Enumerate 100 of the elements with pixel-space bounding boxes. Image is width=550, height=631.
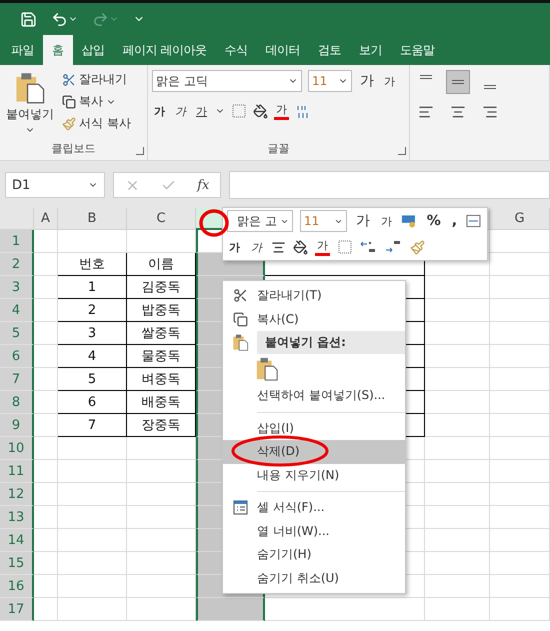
align-right-icon <box>482 104 498 120</box>
align-center-icon <box>450 104 466 120</box>
table-cell: 물중독 <box>127 345 196 368</box>
paintbrush-icon <box>62 116 76 130</box>
row-header[interactable]: 9 <box>0 414 34 437</box>
menu-item[interactable]: 내용 지우기(N) <box>223 464 405 487</box>
row-header[interactable]: 14 <box>0 529 34 552</box>
table-cell: 벼중독 <box>127 368 196 391</box>
row-header[interactable]: 3 <box>0 276 34 299</box>
copy-button[interactable]: 복사 <box>60 92 133 111</box>
formula-field[interactable] <box>229 171 550 199</box>
group-label: 글꼴 <box>268 141 290 156</box>
table-cell: 3 <box>58 322 127 345</box>
ribbon-tab[interactable]: 데이터 <box>256 35 309 65</box>
font-color-button[interactable]: 가 <box>274 102 289 120</box>
table-cell: 번호 <box>58 253 127 276</box>
italic-button[interactable]: 가 <box>249 240 264 254</box>
italic-button[interactable]: 가 <box>173 104 188 118</box>
menu-item[interactable]: 셀 서식(F)... <box>223 496 405 520</box>
bold-button[interactable]: 가 <box>152 104 167 118</box>
dialog-launcher-icon[interactable] <box>398 147 406 155</box>
menu-item[interactable]: 복사(C) <box>223 308 405 331</box>
column-header[interactable]: G <box>490 208 550 230</box>
format-painter-button[interactable]: 서식 복사 <box>60 114 133 133</box>
underline-button[interactable]: 가 <box>194 104 209 118</box>
grow-font-button[interactable]: 가 <box>358 72 376 90</box>
table-cell: 김중독 <box>127 276 196 299</box>
border-icon[interactable] <box>231 103 247 119</box>
menu-item[interactable]: 삽입(I) <box>223 416 405 440</box>
fill-color-icon[interactable] <box>253 104 268 118</box>
percent-button[interactable]: % <box>424 213 443 229</box>
currency-icon[interactable] <box>401 214 418 228</box>
paste-option-icon[interactable] <box>255 357 279 381</box>
table-cell: 쌀중독 <box>127 322 196 345</box>
dialog-launcher-icon[interactable] <box>136 147 144 155</box>
ribbon-tab[interactable]: 검토 <box>308 35 350 65</box>
ribbon-tab[interactable]: 홈 <box>43 35 72 65</box>
row-header[interactable]: 2 <box>0 253 34 276</box>
row-header[interactable]: 6 <box>0 345 34 368</box>
column-header[interactable]: A <box>34 208 58 230</box>
font-size-field[interactable]: 11 <box>300 210 348 232</box>
menu-item[interactable]: 잘라내기(T) <box>223 284 405 308</box>
group-label: 클립보드 <box>52 141 96 156</box>
row-header[interactable]: 4 <box>0 299 34 322</box>
annotation-circle <box>198 208 230 238</box>
row-header[interactable]: 16 <box>0 575 34 598</box>
row-header[interactable]: 12 <box>0 483 34 506</box>
align-center-icon[interactable] <box>271 240 286 254</box>
menu-section-header: 붙여넣기 옵션: <box>257 331 405 354</box>
undo-button[interactable] <box>51 10 78 28</box>
font-name-field[interactable]: 맑은 고딕 <box>152 70 302 92</box>
name-box[interactable]: D1 <box>5 172 105 198</box>
ribbon-tab[interactable]: 수식 <box>215 35 256 65</box>
menu-item[interactable]: 숨기기(H) <box>223 543 405 566</box>
copy-icon <box>232 312 248 327</box>
scissors-icon <box>62 72 76 86</box>
fill-color-icon[interactable] <box>293 240 308 254</box>
paste-button[interactable]: 붙여넣기 <box>4 70 56 141</box>
row-header[interactable]: 8 <box>0 391 34 414</box>
border-icon[interactable] <box>337 239 353 255</box>
ribbon-tab[interactable]: 도움말 <box>390 35 444 65</box>
undo-icon <box>51 10 68 28</box>
ribbon-tab[interactable]: 페이지 레이아웃 <box>114 35 216 65</box>
menu-item[interactable]: 삭제(D) <box>223 440 405 464</box>
row-header[interactable]: 13 <box>0 506 34 529</box>
shrink-font-button[interactable]: 가 <box>382 74 397 88</box>
column-header[interactable]: C <box>127 208 196 230</box>
font-name-field[interactable]: 맑은 고 <box>227 210 294 232</box>
bold-button[interactable]: 가 <box>227 240 242 254</box>
save-button[interactable] <box>20 10 37 28</box>
ribbon-tab[interactable]: 보기 <box>350 35 391 65</box>
font-color-button[interactable]: 가 <box>315 238 330 256</box>
grow-font-button[interactable]: 가 <box>354 212 372 230</box>
ribbon-tab[interactable]: 삽입 <box>72 35 114 65</box>
row-header[interactable]: 10 <box>0 437 34 460</box>
table-cell: 6 <box>58 391 127 414</box>
align-button[interactable] <box>446 70 470 94</box>
comma-button[interactable]: , <box>450 213 460 229</box>
table-cell: 밥중독 <box>127 299 196 322</box>
align-left-icon <box>418 104 434 120</box>
row-header[interactable]: 7 <box>0 368 34 391</box>
row-header[interactable]: 11 <box>0 460 34 483</box>
menu-item[interactable]: 열 너비(W)... <box>223 520 405 543</box>
row-header[interactable]: 1 <box>0 230 34 253</box>
row-header[interactable]: 5 <box>0 322 34 345</box>
menu-item[interactable]: 숨기기 취소(U) <box>223 566 405 590</box>
cut-button[interactable]: 잘라내기 <box>60 70 133 89</box>
format-cells-icon <box>232 500 248 516</box>
shrink-font-button[interactable]: 가 <box>379 214 394 228</box>
menu-item[interactable]: 선택하여 붙여넣기(S)... <box>223 384 405 408</box>
font-size-field[interactable]: 11 <box>308 70 352 92</box>
decimal-icon[interactable] <box>360 240 378 254</box>
column-header[interactable]: B <box>58 208 127 230</box>
row-header[interactable]: 15 <box>0 552 34 575</box>
ribbon-tab[interactable]: 파일 <box>2 35 43 65</box>
format-icon[interactable] <box>466 214 481 228</box>
insert-function-button[interactable]: fx <box>197 178 210 192</box>
table-cell: 5 <box>58 368 127 391</box>
decimal-icon[interactable] <box>385 240 403 254</box>
row-header[interactable]: 17 <box>0 598 34 621</box>
